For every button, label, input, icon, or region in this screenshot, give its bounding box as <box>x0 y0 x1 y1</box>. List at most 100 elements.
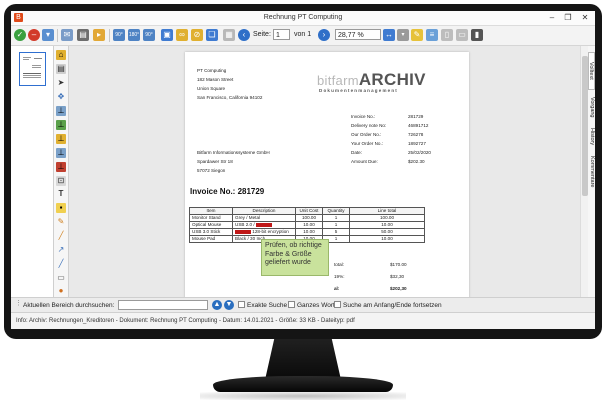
meta-label: Date: <box>351 150 362 155</box>
stamp-yellow-icon[interactable]: ⊥ <box>56 134 66 144</box>
next-page-icon[interactable]: › <box>318 29 330 41</box>
search-bar: ⋮ Aktuellen Bereich durchsuchen: ▲ ▼ Exa… <box>11 297 595 312</box>
column-header: Description <box>232 207 296 215</box>
pan-tool-icon[interactable]: ✥ <box>56 92 66 102</box>
copy-icon[interactable]: ❏ <box>206 29 218 41</box>
logo-subtitle: Dokumentenmanagement <box>319 88 399 93</box>
cell-quantity: 1 <box>322 214 350 222</box>
page-label: Seite: <box>253 31 271 38</box>
meta-value: 25/02/2020 <box>408 150 431 155</box>
link-icon[interactable]: ∞ <box>176 29 188 41</box>
stamp-blue-icon[interactable]: ⊥ <box>56 148 66 158</box>
annotation-icon[interactable]: ≡ <box>426 29 438 41</box>
page-tool-icon[interactable]: ▤ <box>56 64 66 74</box>
export-icon[interactable]: ▸ <box>93 29 105 41</box>
exact-search-checkbox[interactable] <box>238 301 245 308</box>
wrap-search-checkbox[interactable] <box>334 301 341 308</box>
page-count-label: von 1 <box>294 31 312 38</box>
sticky-note[interactable]: Prüfen, ob richtige Farbe & Größe gelief… <box>261 239 329 276</box>
bitfarm-archiv-logo: bitfarmARCHIV <box>317 70 426 89</box>
meta-value: 726278 <box>408 132 424 137</box>
sender-city: San Francisco, California 94102 <box>197 95 263 100</box>
search-input[interactable] <box>118 300 208 310</box>
close-button[interactable]: ✕ <box>578 12 592 24</box>
confirm-icon[interactable]: ✓ <box>14 29 26 41</box>
totals-value: $32,30 <box>390 274 405 279</box>
cell-description: 128-bit encryption <box>232 228 296 236</box>
search-next-icon[interactable]: ▼ <box>224 300 234 310</box>
rotate-right-90-button[interactable]: 90° <box>143 29 155 41</box>
meta-value: $202.30 <box>408 159 425 164</box>
stamp-approved-icon[interactable]: ⊥ <box>56 120 66 130</box>
eraser-icon[interactable]: ● <box>56 286 66 296</box>
lock-icon[interactable]: ▦ <box>223 29 235 41</box>
totals-label: al: <box>334 286 340 291</box>
sticky-note-icon[interactable]: ▪ <box>56 203 66 213</box>
recipient-street: Spardawer Str 18 <box>197 159 233 164</box>
application-window: B Rechnung PT Computing – ❐ ✕ ✓ – ▾ ✉ ▤ … <box>11 11 595 329</box>
highlight-icon[interactable]: ✎ <box>411 29 423 41</box>
zoom-select[interactable]: 28,77 % <box>335 29 381 40</box>
cell-line-total: 10.00 <box>349 221 425 229</box>
page-number-input[interactable]: 1 <box>273 29 290 40</box>
search-label: Aktuellen Bereich durchsuchen: <box>23 302 115 309</box>
cell-item: Monitor Stand <box>189 214 233 222</box>
cell-unit-cost: 10.00 <box>295 228 323 236</box>
cell-description: Grey / Metal <box>232 214 296 222</box>
save-icon[interactable]: ▾ <box>42 29 54 41</box>
page-thumbnail[interactable] <box>19 52 46 86</box>
dropdown-chevron-icon[interactable]: ▾ <box>397 29 409 41</box>
thumbnail-panel <box>11 46 54 297</box>
rectangle-tool-icon[interactable]: ▭ <box>56 273 66 283</box>
wrap-search-label: Suche am Anfang/Ende fortsetzen <box>343 302 442 309</box>
tab-vorgang[interactable]: Vorgang <box>588 92 595 122</box>
text-tool-icon[interactable]: T <box>56 189 66 199</box>
minimize-button[interactable]: – <box>545 12 559 24</box>
scan-icon[interactable]: ▣ <box>161 29 173 41</box>
meta-label: Our Order No.: <box>351 132 382 137</box>
cell-item: Optical Mouse <box>189 221 233 229</box>
tab-volltext[interactable]: Volltext <box>588 52 595 90</box>
cancel-icon[interactable]: – <box>28 29 40 41</box>
highlighter-icon[interactable]: ✎ <box>56 217 66 227</box>
tab-kommentare[interactable]: Kommentare <box>588 152 595 192</box>
cell-item: Mouse Pad <box>189 235 233 243</box>
redaction-mark <box>255 222 272 227</box>
previous-page-icon[interactable]: ‹ <box>238 29 250 41</box>
view-mode-icon[interactable]: ▮ <box>471 29 483 41</box>
send-mail-icon[interactable]: ✉ <box>61 29 73 41</box>
window-title: Rechnung PT Computing <box>263 14 343 21</box>
stamp-red-icon[interactable]: ⊥ <box>56 162 66 172</box>
cell-unit-cost: 10.00 <box>295 221 323 229</box>
whole-word-checkbox[interactable] <box>288 301 295 308</box>
description-text: USB 2.0 / <box>235 222 255 227</box>
line-tool-icon[interactable]: ╱ <box>56 259 66 269</box>
maximize-button[interactable]: ❐ <box>561 12 575 24</box>
unlink-icon[interactable]: ⊘ <box>191 29 203 41</box>
tab-history[interactable]: History <box>588 124 595 150</box>
document-viewer[interactable]: PT Computing 182 Mason Street Union Squa… <box>69 46 580 297</box>
monitor-stand-neck <box>265 339 341 379</box>
monitor-frame: B Rechnung PT Computing – ❐ ✕ ✓ – ▾ ✉ ▤ … <box>4 4 602 339</box>
pointer-tool-icon[interactable]: ➤ <box>56 78 66 88</box>
search-previous-icon[interactable]: ▲ <box>212 300 222 310</box>
meta-label: Invoice No.: <box>351 114 376 119</box>
lock-tool-icon[interactable]: ⌂ <box>56 50 66 60</box>
totals-value: $202,30 <box>390 286 407 291</box>
print-icon[interactable]: ▤ <box>77 29 89 41</box>
arrow-tool-icon[interactable]: ↗ <box>56 245 66 255</box>
pen-icon[interactable]: ╱ <box>56 231 66 241</box>
text-box-icon[interactable]: ⊡ <box>56 176 66 186</box>
pages-icon[interactable]: ▭ <box>456 29 468 41</box>
rotate-180-button[interactable]: 180° <box>128 29 140 41</box>
fit-width-icon[interactable]: ↔ <box>383 29 395 41</box>
cell-line-total: 100.00 <box>349 214 425 222</box>
recipient-name: Bitfarm Informationssysteme GmbH <box>197 150 270 155</box>
meta-value: 1892727 <box>408 141 426 146</box>
totals-value: $170.00 <box>390 262 407 267</box>
page-icon[interactable]: ▯ <box>441 29 453 41</box>
stamp-tool-icon[interactable]: ⊥ <box>56 106 66 116</box>
meta-value: 46891712 <box>408 123 429 128</box>
description-text: 128-bit encryption <box>252 229 289 234</box>
rotate-left-90-button[interactable]: 90° <box>113 29 125 41</box>
